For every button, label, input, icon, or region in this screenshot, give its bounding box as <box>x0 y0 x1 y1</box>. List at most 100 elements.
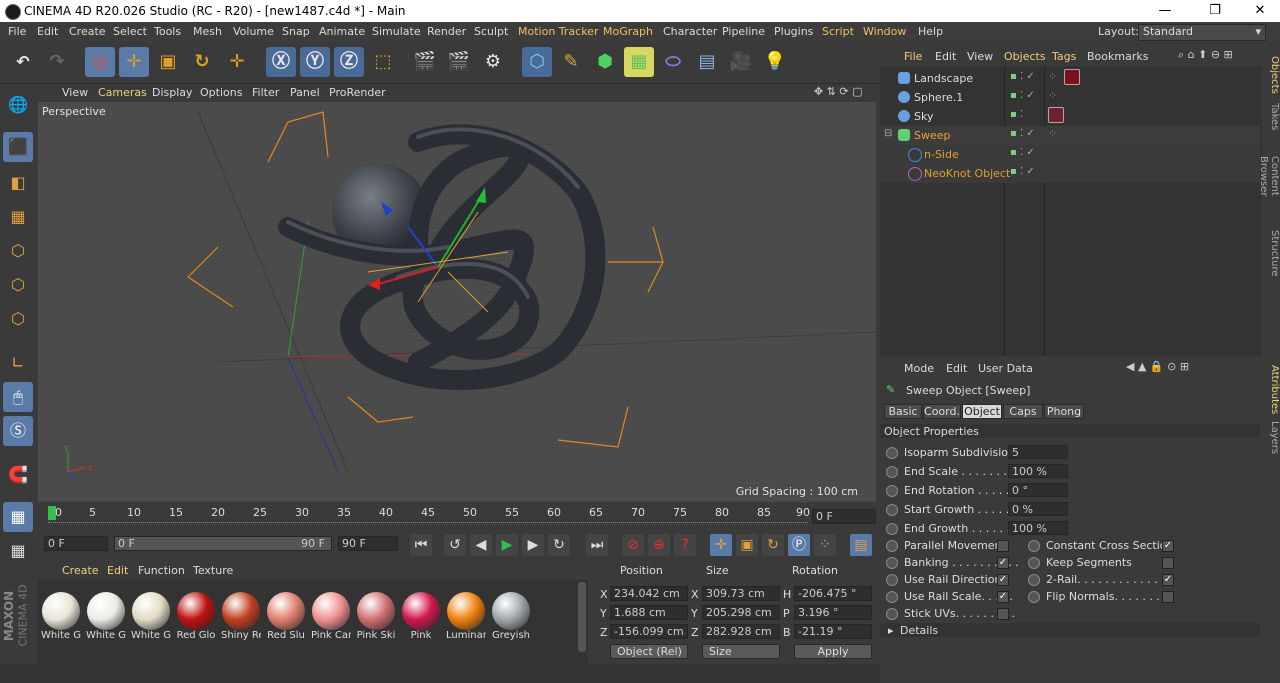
tab-coord[interactable]: Coord. <box>923 404 961 419</box>
vp-menu-display[interactable]: Display <box>152 86 193 99</box>
render-settings-icon[interactable]: ⚙ <box>478 47 508 77</box>
material-item[interactable]: Red Glo <box>176 592 216 641</box>
attr-menu-user-data[interactable]: User Data <box>978 362 1033 375</box>
key-pla-icon[interactable]: ⁘ <box>814 534 836 556</box>
menu-snap[interactable]: Snap <box>282 25 310 38</box>
mat-menu-create[interactable]: Create <box>62 564 99 577</box>
mat-menu-function[interactable]: Function <box>138 564 185 577</box>
menu-volume[interactable]: Volume <box>233 25 274 38</box>
anim-radio[interactable] <box>886 466 898 478</box>
recent-tools-icon[interactable]: ✛ <box>222 47 252 77</box>
key-param-icon[interactable]: Ⓟ <box>788 534 810 556</box>
use-rail-direction-checkbox[interactable]: ✓ <box>997 574 1009 586</box>
cloner-icon[interactable]: ▦ <box>624 47 654 77</box>
anim-radio[interactable] <box>1028 591 1040 603</box>
end-scale-field[interactable]: 100 % <box>1008 464 1068 478</box>
tab-phong[interactable]: Phong <box>1044 404 1084 419</box>
range-slider[interactable]: 0 F 90 F <box>114 536 332 551</box>
side-tab-structure[interactable]: Structure <box>1263 228 1280 278</box>
object-row-n-side[interactable]: n-Side ▪ ⁚ ✓ <box>880 145 1260 164</box>
rot-h-field[interactable]: -206.475 ° <box>794 586 872 601</box>
x-axis-lock-icon[interactable]: Ⓧ <box>266 47 296 77</box>
mat-menu-edit[interactable]: Edit <box>107 564 128 577</box>
menu-script[interactable]: Script <box>822 25 854 38</box>
material-item[interactable]: White G <box>86 592 126 641</box>
coordinate-system-icon[interactable]: ⬚ <box>368 47 398 77</box>
obj-menu-bookmarks[interactable]: Bookmarks <box>1087 50 1148 63</box>
material-item[interactable]: Pink Ski <box>356 592 396 641</box>
size-x-field[interactable]: 309.73 cm <box>702 586 780 601</box>
material-item[interactable]: White G <box>41 592 81 641</box>
menu-edit[interactable]: Edit <box>37 25 58 38</box>
visibility-flags[interactable]: ▪ ⁚ ✓ <box>1010 71 1046 85</box>
menu-create[interactable]: Create <box>69 25 106 38</box>
visibility-flags[interactable]: ▪ ⁚ ✓ <box>1010 166 1046 180</box>
move-tool-icon[interactable]: ✛ <box>119 47 149 77</box>
deformer-icon[interactable]: ⬭ <box>658 47 688 77</box>
object-row-sky[interactable]: Sky ▪ ⁚ <box>880 107 1260 126</box>
viewport-scene[interactable]: y x <box>38 102 876 502</box>
material-tag-icon[interactable] <box>1064 69 1080 85</box>
stick-uvs-checkbox[interactable] <box>997 608 1009 620</box>
menu-render[interactable]: Render <box>427 25 466 38</box>
side-tab-objects[interactable]: Objects <box>1263 50 1280 100</box>
key-scale-icon[interactable]: ▣ <box>736 534 758 556</box>
object-row-landscape[interactable]: Landscape ▪ ⁚ ✓ ⁘ <box>880 69 1260 88</box>
tag-icon[interactable]: ⁘ <box>1048 70 1057 83</box>
menu-character[interactable]: Character <box>663 25 717 38</box>
anim-radio[interactable] <box>1028 540 1040 552</box>
scale-tool-icon[interactable]: ▣ <box>153 47 183 77</box>
material-item[interactable]: Luminar <box>446 592 486 641</box>
obj-manager-nav-icons[interactable]: ⌕ ⌂ ⬆ ⊖ ⊞ <box>1178 48 1233 62</box>
anim-radio[interactable] <box>886 574 898 586</box>
material-item[interactable]: Pink Car <box>311 592 351 641</box>
start-growth-field[interactable]: 0 % <box>1008 502 1068 516</box>
anim-radio[interactable] <box>886 523 898 535</box>
size-mode-dropdown[interactable]: Size <box>702 644 780 659</box>
object-row-neoknot[interactable]: NeoKnot Object ▪ ⁚ ✓ <box>880 164 1260 183</box>
make-editable-icon[interactable]: 🌐 <box>3 90 33 120</box>
viewport-nav-icons[interactable]: ✥ ⇅ ⟳ ▢ <box>814 85 863 98</box>
object-row-sweep[interactable]: ⊟ Sweep ▪ ⁚ ✓ ⁘ <box>880 126 1260 145</box>
visibility-flags[interactable]: ▪ ⁚ ✓ <box>1010 90 1046 104</box>
obj-menu-file[interactable]: File <box>904 50 922 63</box>
undo-icon[interactable]: ↶ <box>8 47 38 77</box>
vp-menu-prorender[interactable]: ProRender <box>329 86 386 99</box>
maximize-button[interactable]: ❐ <box>1200 2 1230 20</box>
next-frame-icon[interactable]: ▶ <box>522 534 544 556</box>
material-item[interactable]: Shiny Re <box>221 592 261 641</box>
keep-segments-checkbox[interactable] <box>1162 557 1174 569</box>
anim-radio[interactable] <box>886 557 898 569</box>
obj-menu-edit[interactable]: Edit <box>935 50 956 63</box>
play-icon[interactable]: ▶ <box>496 534 518 556</box>
camera-icon[interactable]: 🎥 <box>726 47 756 77</box>
rot-p-field[interactable]: 3.196 ° <box>794 605 872 620</box>
size-z-field[interactable]: 282.928 cm <box>702 624 780 639</box>
tab-basic[interactable]: Basic <box>884 404 922 419</box>
anim-radio[interactable] <box>886 447 898 459</box>
prev-frame-icon[interactable]: ◀ <box>470 534 492 556</box>
anim-radio[interactable] <box>886 540 898 552</box>
banking-checkbox[interactable]: ✓ <box>997 557 1009 569</box>
go-to-end-icon[interactable]: ⏭ <box>586 534 608 556</box>
side-tab-attributes[interactable]: Attributes <box>1263 364 1280 416</box>
vp-menu-panel[interactable]: Panel <box>290 86 320 99</box>
next-key-icon[interactable]: ↻ <box>548 534 570 556</box>
anim-radio[interactable] <box>886 504 898 516</box>
anim-radio[interactable] <box>886 591 898 603</box>
attr-menu-mode[interactable]: Mode <box>904 362 934 375</box>
anim-radio[interactable] <box>1028 574 1040 586</box>
visibility-flags[interactable]: ▪ ⁚ ✓ <box>1010 128 1046 142</box>
layout-dropdown[interactable]: Standard ▾ <box>1138 24 1266 41</box>
close-button[interactable]: ✕ <box>1245 2 1275 20</box>
vp-menu-view[interactable]: View <box>62 86 88 99</box>
isoparm-subdivision-field[interactable]: 5 <box>1008 445 1068 459</box>
tag-icon[interactable]: ⁘ <box>1048 127 1057 140</box>
prev-key-icon[interactable]: ↺ <box>444 534 466 556</box>
visibility-flags[interactable]: ▪ ⁚ <box>1010 109 1046 123</box>
flip-normals-checkbox[interactable] <box>1162 591 1174 603</box>
floor-icon[interactable]: ▤ <box>692 47 722 77</box>
menu-tools[interactable]: Tools <box>154 25 181 38</box>
tag-icon[interactable]: ⁘ <box>1048 89 1057 102</box>
workplane-snap-icon[interactable]: ▦ <box>3 502 33 532</box>
